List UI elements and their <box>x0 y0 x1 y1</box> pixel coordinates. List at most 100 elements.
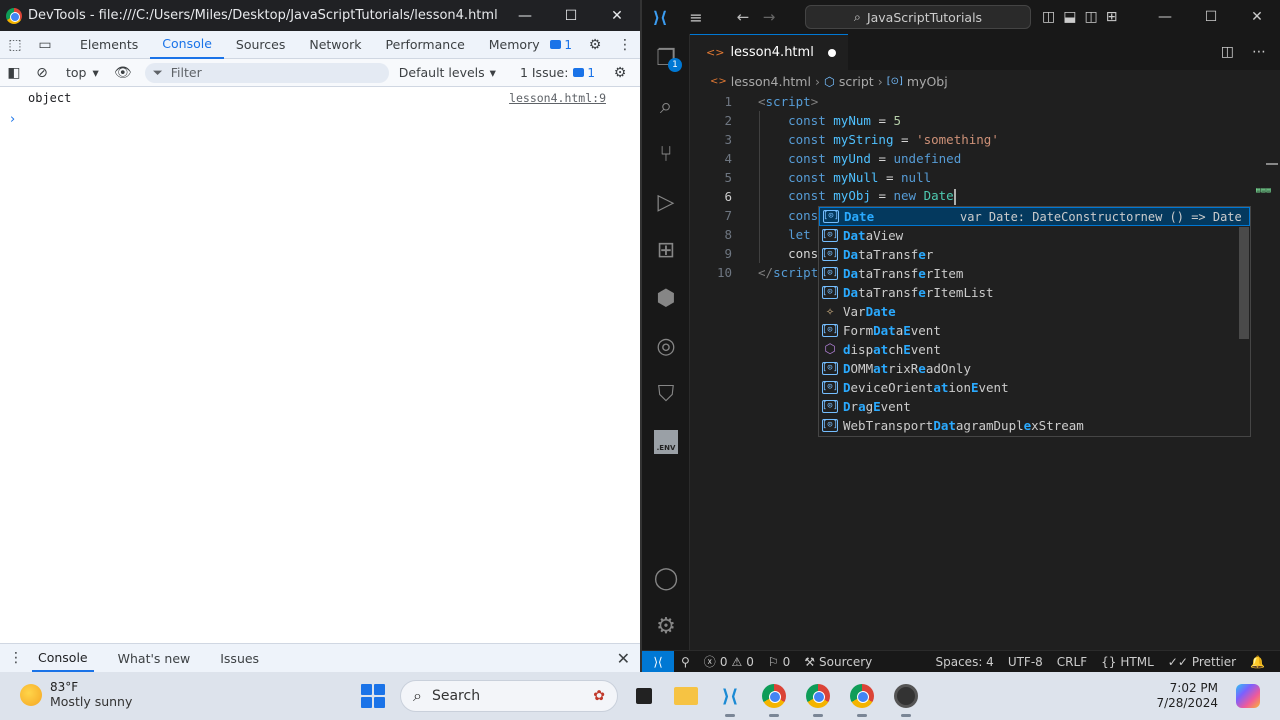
suggestion-item[interactable]: ⬡ dispatchEvent <box>819 340 1250 359</box>
notifications-bell-icon[interactable]: 🔔 <box>1243 655 1272 669</box>
log-levels-dropdown[interactable]: Default levels ▾ <box>399 65 496 80</box>
windows-taskbar: 83°F Mostly sunny ⌕ Search ✿ ⟩⟨ 7:02 PM … <box>0 672 1280 720</box>
tab-performance[interactable]: Performance <box>374 31 477 59</box>
drawer-tab-whats-new[interactable]: What's new <box>112 644 197 672</box>
code-token: cons <box>788 208 819 223</box>
suggestion-item[interactable]: [⊙] DataTransferItem <box>819 264 1250 283</box>
suggestion-label: dispatchEvent <box>843 342 941 357</box>
git-graph-icon[interactable]: ◎ <box>642 322 690 370</box>
maximize-icon[interactable]: ☐ <box>548 0 594 31</box>
copilot-icon[interactable] <box>1236 684 1260 708</box>
manage-gear-icon[interactable]: ⚙ <box>642 602 690 650</box>
run-debug-icon[interactable]: ▷ <box>642 178 690 226</box>
sidebar-toggle-icon[interactable]: ◧ <box>0 59 28 87</box>
drawer-tab-issues[interactable]: Issues <box>214 644 265 672</box>
forward-arrow-icon[interactable]: → <box>756 8 782 26</box>
console-settings-gear-icon[interactable]: ⚙ <box>606 59 634 87</box>
broadcast-icon[interactable]: ⚲ <box>674 655 697 669</box>
taskbar-clock[interactable]: 7:02 PM 7/28/2024 <box>1156 681 1218 711</box>
split-editor-icon[interactable]: ◫ <box>1221 44 1234 60</box>
inspect-element-icon[interactable]: ⬚ <box>0 31 30 59</box>
tab-console[interactable]: Console <box>150 31 224 59</box>
more-actions-icon[interactable]: ⋯ <box>1252 44 1266 60</box>
task-view-icon[interactable] <box>629 681 659 711</box>
menu-hamburger-icon[interactable]: ≡ <box>678 8 714 27</box>
command-center-search[interactable]: ⌕ JavaScriptTutorials <box>805 5 1031 29</box>
suggestion-item[interactable]: ✧ VarDate <box>819 302 1250 321</box>
console-output: object lesson4.html:9 › <box>0 87 640 643</box>
filter-input[interactable]: ⏷ Filter <box>144 62 389 83</box>
suggestion-item[interactable]: [⊙] DataView <box>819 226 1250 245</box>
kebab-menu-icon[interactable]: ⋮ <box>610 31 640 59</box>
remote-indicator-icon[interactable]: ⟩⟨ <box>642 650 674 673</box>
suggestion-item[interactable]: [⊙] DOMMatrixReadOnly <box>819 359 1250 378</box>
chrome-taskbar-icon-3[interactable] <box>847 681 877 717</box>
tab-network[interactable]: Network <box>297 31 373 59</box>
language-mode-status[interactable]: {} HTML <box>1094 655 1161 669</box>
weather-widget[interactable]: 83°F Mostly sunny <box>20 680 132 709</box>
chrome-taskbar-icon-2[interactable] <box>803 681 833 717</box>
console-prompt[interactable]: › <box>0 109 640 129</box>
toggle-panel-icon[interactable]: ⬓ <box>1063 9 1076 25</box>
drawer-menu-icon[interactable]: ⋮ <box>0 650 32 666</box>
drawer-tab-console[interactable]: Console <box>32 644 94 672</box>
extensions-icon[interactable]: ⊞ <box>642 226 690 274</box>
suggestion-item[interactable]: [⊙] Date var Date: DateConstructornew () =… <box>819 207 1250 226</box>
toggle-secondary-sidebar-icon[interactable]: ◫ <box>1084 9 1097 25</box>
ports-indicator[interactable]: ⚐ 0 <box>761 655 797 669</box>
source-control-icon[interactable]: ⑂ <box>642 130 690 178</box>
unsaved-dot-icon[interactable] <box>827 48 836 57</box>
hexagon-extension-icon[interactable]: ⬢ <box>642 274 690 322</box>
toggle-primary-sidebar-icon[interactable]: ◫ <box>1042 9 1055 25</box>
suggestion-item[interactable]: [⊙] DragEvent <box>819 397 1250 416</box>
minimize-icon[interactable]: — <box>502 0 548 31</box>
suggestion-item[interactable]: [⊙] FormDataEvent <box>819 321 1250 340</box>
accounts-icon[interactable]: ◯ <box>642 554 690 602</box>
prettier-status[interactable]: ✓✓ Prettier <box>1161 655 1243 669</box>
customize-layout-icon[interactable]: ⊞ <box>1106 9 1118 25</box>
log-source-link[interactable]: lesson4.html:9 <box>509 91 606 105</box>
tab-sources[interactable]: Sources <box>224 31 297 59</box>
taskbar-search-box[interactable]: ⌕ Search ✿ <box>400 680 618 712</box>
chrome-taskbar-icon-1[interactable] <box>759 681 789 717</box>
dotenv-icon[interactable]: .ENV <box>642 418 690 466</box>
eol-status[interactable]: CRLF <box>1050 655 1094 669</box>
clear-console-icon[interactable]: ⊘ <box>28 59 56 87</box>
messages-badge[interactable]: 1 <box>542 38 580 52</box>
suggestion-item[interactable]: [⊙] DataTransfer <box>819 245 1250 264</box>
code-line: 1 <script> <box>690 92 1280 111</box>
vscode-taskbar-icon[interactable]: ⟩⟨ <box>715 681 745 717</box>
breadcrumb-file[interactable]: lesson4.html <box>731 74 811 89</box>
file-explorer-icon[interactable] <box>671 681 701 711</box>
context-selector[interactable]: top ▾ <box>56 65 109 80</box>
settings-gear-icon[interactable]: ⚙ <box>580 31 610 59</box>
close-icon[interactable]: ✕ <box>1234 0 1280 34</box>
minimap[interactable]: ▤▤▤ <box>1256 186 1280 200</box>
tab-memory[interactable]: Memory <box>477 31 552 59</box>
obs-taskbar-icon[interactable] <box>891 681 921 717</box>
close-icon[interactable]: ✕ <box>594 0 640 31</box>
indentation-status[interactable]: Spaces: 4 <box>929 655 1001 669</box>
device-toolbar-icon[interactable]: ▭ <box>30 31 60 59</box>
problems-indicator[interactable]: ⓧ 0 ⚠ 0 <box>697 653 761 670</box>
search-icon[interactable]: ⌕ <box>642 82 690 130</box>
tab-elements[interactable]: Elements <box>68 31 150 59</box>
suggestion-item[interactable]: [⊙] DeviceOrientationEvent <box>819 378 1250 397</box>
editor-tab-lesson4[interactable]: <> lesson4.html <box>690 34 848 70</box>
editor-scrollbar[interactable] <box>1266 163 1278 165</box>
eye-icon[interactable]: 👁 <box>109 59 137 87</box>
maximize-icon[interactable]: ☐ <box>1188 0 1234 34</box>
suggestion-item[interactable]: [⊙] WebTransportDatagramDuplexStream <box>819 416 1250 435</box>
encoding-status[interactable]: UTF-8 <box>1001 655 1050 669</box>
minimize-icon[interactable]: — <box>1142 0 1188 34</box>
windows-start-icon[interactable] <box>361 684 385 708</box>
explorer-icon[interactable]: ❐ 1 <box>642 34 690 82</box>
back-arrow-icon[interactable]: ← <box>730 8 756 26</box>
issues-counter[interactable]: 1 Issue: 1 <box>520 65 595 80</box>
drawer-close-icon[interactable]: ✕ <box>617 649 630 668</box>
breadcrumb-symbol[interactable]: myObj <box>907 74 948 89</box>
breadcrumb-script[interactable]: script <box>839 74 874 89</box>
sourcery-status[interactable]: ⚒ Sourcery <box>797 655 879 669</box>
gitlab-icon[interactable]: ⛉ <box>642 370 690 418</box>
suggestion-item[interactable]: [⊙] DataTransferItemList <box>819 283 1250 302</box>
